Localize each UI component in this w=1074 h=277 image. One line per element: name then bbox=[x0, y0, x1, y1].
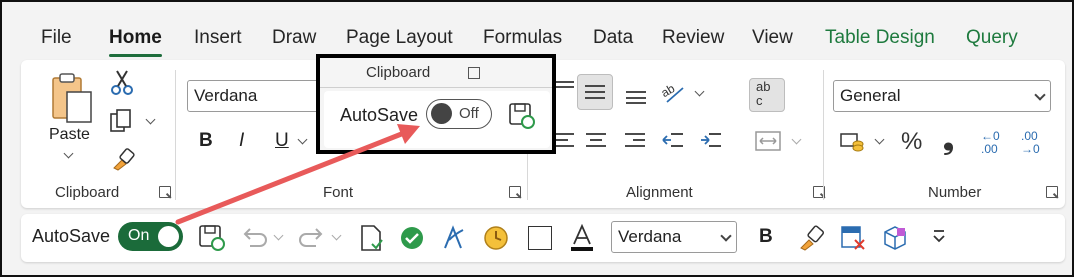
annotation-arrow bbox=[175, 124, 420, 225]
excel-window: File Home Insert Draw Page Layout Formul… bbox=[0, 0, 1074, 277]
